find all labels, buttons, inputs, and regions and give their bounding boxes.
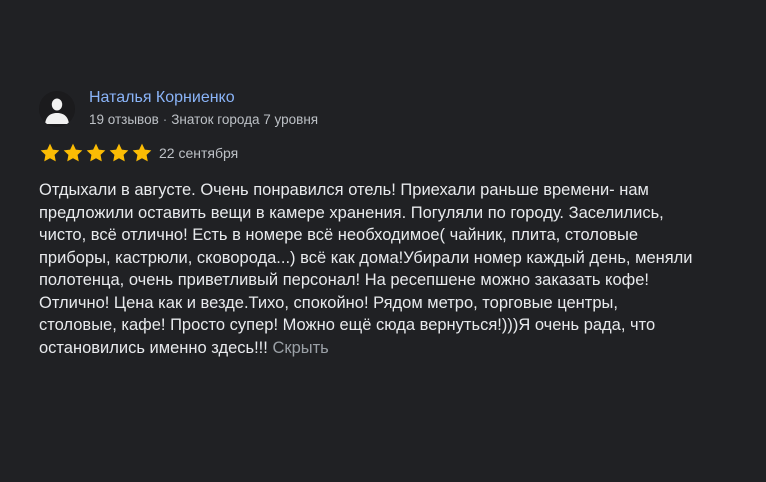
author-name-link[interactable]: Наталья Корниенко [89, 89, 235, 107]
meta-separator: · [162, 112, 168, 127]
star-icon [109, 143, 129, 162]
review-text-content: Отдыхали в августе. Очень понравился оте… [39, 181, 693, 357]
review-header: Наталья Корниенко 19 отзывов · Знаток горо… [39, 88, 719, 144]
star-icon [132, 143, 152, 162]
review-text: Отдыхали в августе. Очень понравился оте… [39, 179, 699, 359]
review-date: 22 сентября [159, 145, 239, 161]
author-meta: 19 отзывов · Знаток города 7 уровня [89, 112, 318, 127]
user-silhouette-icon [39, 91, 75, 127]
avatar[interactable] [39, 91, 75, 127]
reviews-count: 19 отзывов [89, 112, 159, 127]
review-card: Наталья Корниенко 19 отзывов · Знаток горо… [39, 88, 719, 359]
local-guide-badge: Знаток города 7 уровня [171, 112, 319, 127]
star-rating [39, 142, 153, 164]
star-icon [40, 143, 60, 162]
star-icon [86, 143, 106, 162]
hide-button[interactable]: Скрыть [272, 339, 328, 357]
star-icon [63, 143, 83, 162]
rating-row: 22 сентября [39, 142, 719, 168]
